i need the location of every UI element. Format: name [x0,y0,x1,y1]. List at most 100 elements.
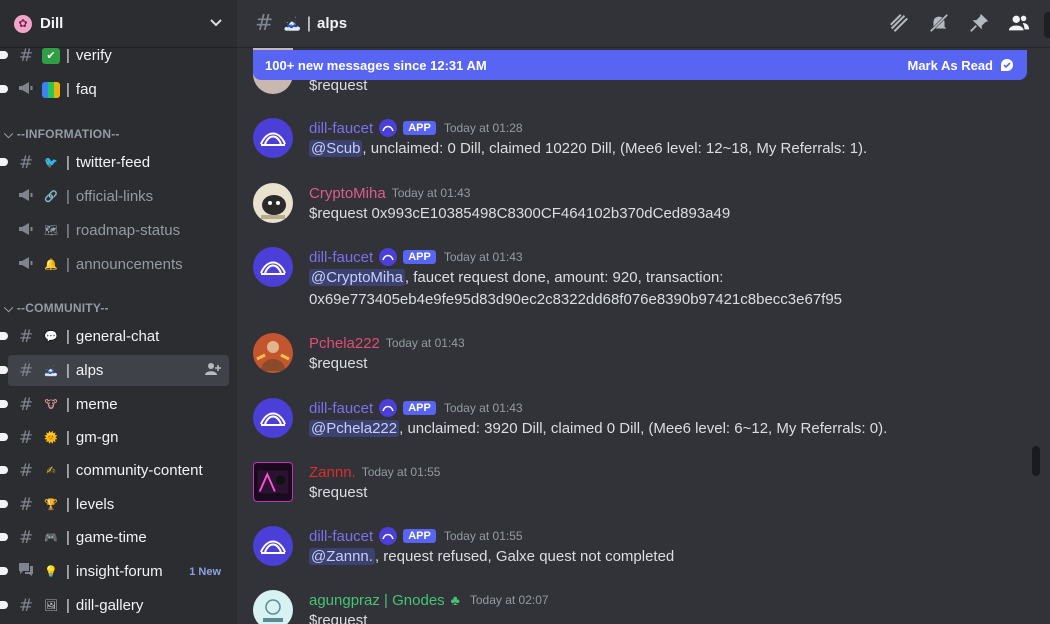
timestamp[interactable]: Today at 01:43 [444,250,523,264]
hash-icon: # [18,152,34,173]
username[interactable]: agungpraz | Gnodes [309,592,445,609]
user-mention[interactable]: @CryptoMiha [309,269,405,286]
unread-indicator [0,400,8,408]
channel-separator: | [66,81,70,98]
bot-avatar-icon [379,399,398,417]
channel-official-links[interactable]: 🔗 | official-links [8,181,229,212]
channel-game-time[interactable]: # 🎮 | game-time [0,522,229,553]
channel-levels[interactable]: # 🏆 | levels [0,489,229,520]
hash-icon: # [18,360,34,381]
channel-faq[interactable]: | faq [0,74,229,105]
channel-announcements[interactable]: 🔔 | announcements [8,249,229,280]
avatar[interactable] [253,333,293,373]
bird-emoji-icon: 🐦 [44,157,58,169]
hash-icon: # [18,45,34,66]
username[interactable]: dill-faucet [309,528,373,545]
unread-indicator [0,567,8,575]
add-member-icon[interactable] [205,362,221,379]
user-mention[interactable]: @Pchela222 [309,420,400,437]
megaphone-icon [16,187,36,207]
megaphone-icon [16,221,36,241]
avatar[interactable] [253,183,293,223]
mountain-emoji-icon: 🗻 [283,15,301,31]
username[interactable]: Zannn. [309,464,356,481]
timestamp[interactable]: Today at 01:28 [444,121,523,135]
timestamp[interactable]: Today at 02:07 [470,593,549,607]
username[interactable]: dill-faucet [309,400,373,417]
mark-as-read-button[interactable]: Mark As Read [908,57,1016,73]
channel-twitter-feed[interactable]: # 🐦 | twitter-feed [0,147,229,178]
map-emoji-icon: 🗺 [44,225,58,237]
channel-dill-gallery[interactable]: # 🖼 | dill-gallery [0,590,229,621]
message-text: , request refused, Galxe quest not compl… [374,548,675,565]
threads-icon[interactable] [888,12,910,34]
channel-roadmap-status[interactable]: 🗺 | roadmap-status [8,215,229,246]
scrollbar-thumb[interactable] [1032,446,1040,476]
message-text: $request 0x993cE10385498C8300CF464102b37… [309,205,731,222]
channel-name: verify [75,47,112,64]
message-text-continued: 0x69e773405eb4e9fe95d83d90ec2c8322dd68f0… [309,291,843,308]
channel-insight-forum[interactable]: 💡 | insight-forum 1 New [0,556,229,587]
hash-icon: # [18,494,34,515]
channel-name: official-links [75,188,154,205]
app-badge: APP [403,121,436,135]
unread-indicator [0,533,8,541]
user-mention[interactable]: @Zannn. [309,548,375,565]
mark-read-icon [1001,59,1013,71]
message-text: $request [309,612,368,624]
clover-badge-icon: ♣ [450,592,460,608]
avatar[interactable] [253,118,293,158]
channel-name: game-time [75,529,147,546]
timestamp[interactable]: Today at 01:43 [392,186,471,200]
member-list-icon[interactable] [1008,12,1030,34]
channel-meme[interactable]: # 🐮 | meme [0,389,229,420]
speech-bubble-emoji-icon: 💬 [44,331,58,343]
message-text: , unclaimed: 0 Dill, claimed 10220 Dill,… [362,140,868,157]
timestamp[interactable]: Today at 01:55 [362,465,441,479]
notification-bell-muted-icon[interactable] [928,12,950,34]
channel-name: alps [75,362,104,379]
unread-indicator [0,85,8,93]
timestamp[interactable]: Today at 01:43 [386,336,465,350]
header-toolbar [888,12,1030,34]
bot-avatar-icon [379,248,398,266]
check-emoji-icon: ✔ [42,47,60,64]
avatar[interactable] [253,462,293,502]
channel-verify[interactable]: # ✔ | verify [0,40,229,71]
category-information[interactable]: ⌵ --INFORMATION-- [4,127,120,142]
channel-gm-gn[interactable]: # 🌞 | gm-gn [0,422,229,453]
channel-separator: | [66,256,70,273]
chevron-down-icon[interactable] [209,15,223,32]
channel-separator: | [66,462,70,479]
username[interactable]: dill-faucet [309,249,373,266]
channel-community-content[interactable]: # ✍ | community-content [0,455,229,486]
channel-separator: | [66,563,70,580]
search-bar-edge[interactable] [1044,12,1050,38]
channel-separator: | [66,47,70,64]
channel-name: levels [75,496,115,513]
avatar[interactable] [253,590,293,624]
category-community[interactable]: ⌵ --COMMUNITY-- [4,301,109,316]
channel-name: meme [75,396,118,413]
username[interactable]: CryptoMiha [309,185,386,202]
channel-name: announcements [75,256,183,273]
avatar[interactable] [253,526,293,566]
channel-alps[interactable]: # 🗻 | alps [0,355,229,386]
pin-icon[interactable] [968,12,990,34]
channel-name: community-content [75,462,203,479]
username[interactable]: Pchela222 [309,335,380,352]
user-mention[interactable]: @Scub [309,140,363,157]
channel-title: alps [317,15,348,32]
timestamp[interactable]: Today at 01:55 [444,529,523,543]
app-badge: APP [403,401,436,415]
new-messages-banner[interactable]: 100+ new messages since 12:31 AM Mark As… [253,50,1027,80]
avatar[interactable] [253,247,293,287]
cow-emoji-icon: 🐮 [44,399,58,411]
unread-indicator [0,500,8,508]
lightbulb-emoji-icon: 💡 [44,566,58,578]
timestamp[interactable]: Today at 01:43 [444,401,523,415]
channel-general-chat[interactable]: # 💬 | general-chat [0,321,229,352]
avatar[interactable] [253,398,293,438]
username[interactable]: dill-faucet [309,120,373,137]
unread-indicator [0,466,8,474]
